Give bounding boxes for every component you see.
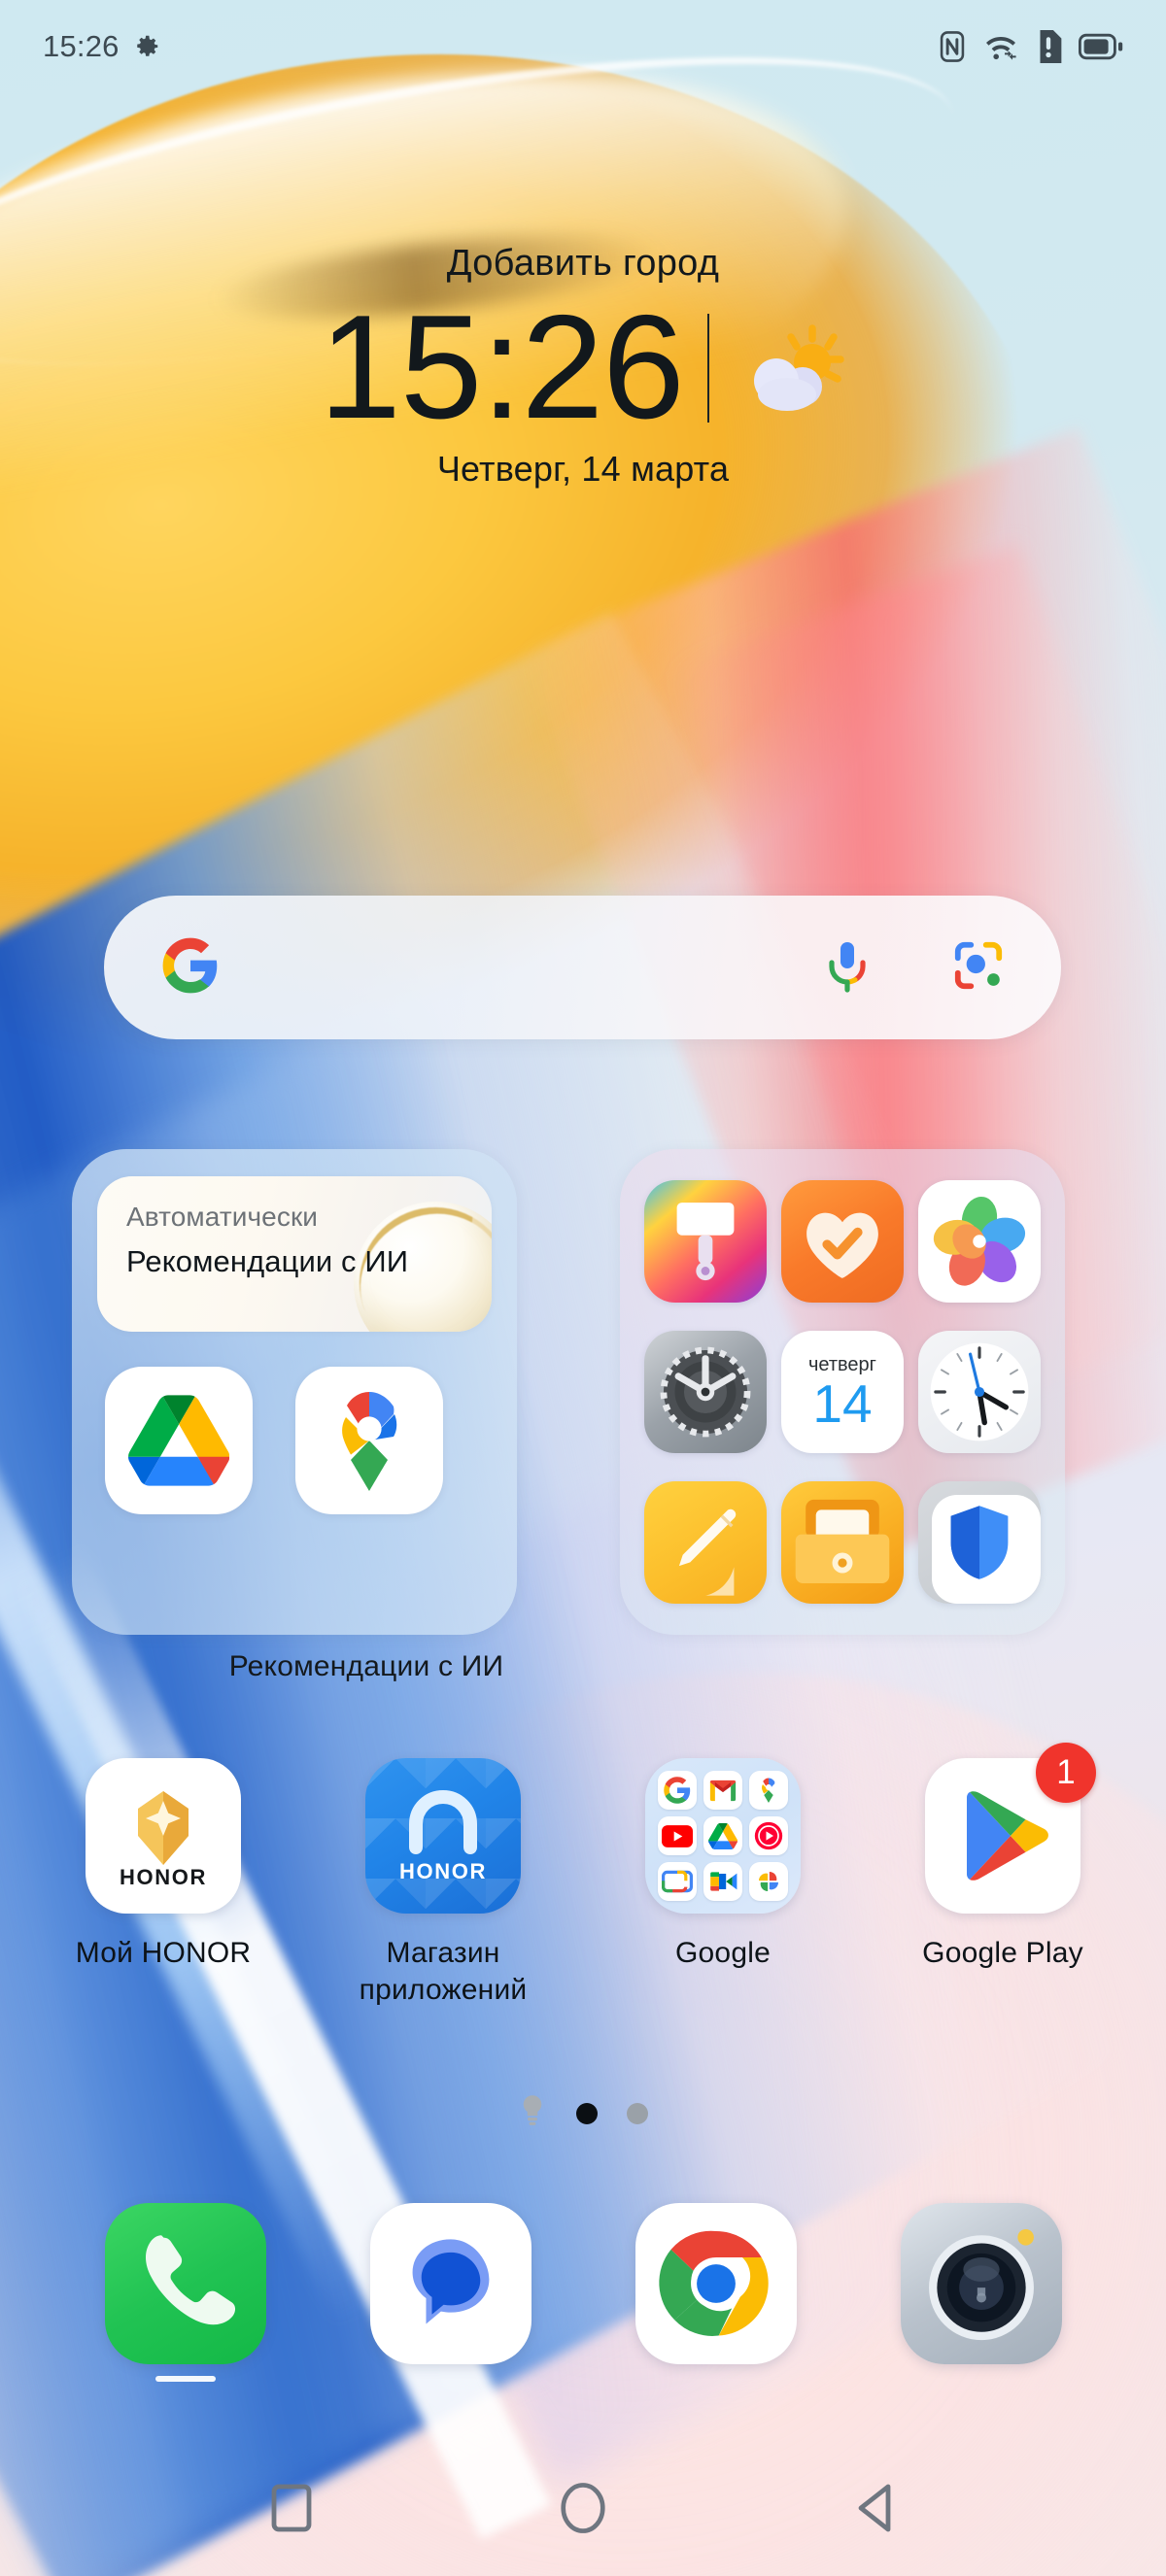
google-maps-icon[interactable] <box>295 1367 443 1514</box>
google-tv-icon <box>658 1862 697 1901</box>
settings-icon[interactable] <box>643 1330 767 1453</box>
google-play-badge: 1 <box>1036 1743 1096 1803</box>
app-row: HONOR Мой HONOR HONOR Магазин приложений <box>0 1743 1166 2010</box>
security-icon[interactable] <box>918 1480 1042 1604</box>
status-bar-clock: 15:26 <box>43 29 120 63</box>
google-play-icon[interactable]: 1 <box>925 1743 1096 1914</box>
google-photos-icon <box>749 1862 788 1901</box>
lightbulb-icon[interactable] <box>518 2094 547 2132</box>
app-label-google-play: Google Play <box>922 1937 1083 1969</box>
ai-recommendation-card[interactable]: Автоматически Рекомендации с ИИ <box>97 1176 492 1332</box>
app-item-app-market[interactable]: HONOR Магазин приложений <box>331 1758 555 2010</box>
health-icon[interactable] <box>780 1180 904 1304</box>
dock-item-camera[interactable] <box>896 2203 1066 2382</box>
battery-icon <box>1079 33 1123 60</box>
main-folder[interactable]: четверг 14 <box>620 1149 1065 1635</box>
main-folder-tile[interactable]: четверг 14 <box>620 1149 1065 1635</box>
dock-item-messages[interactable] <box>365 2203 535 2382</box>
ai-widget-label: Рекомендации с ИИ <box>228 1650 504 1682</box>
app-market-icon[interactable]: HONOR <box>365 1758 521 1914</box>
clock-widget[interactable]: Добавить город 15:26 Четверг, 14 марта <box>0 243 1166 490</box>
clock-icon[interactable] <box>918 1330 1042 1453</box>
gmail-icon <box>703 1771 742 1810</box>
files-icon[interactable] <box>780 1480 904 1604</box>
camera-icon[interactable] <box>900 2203 1062 2364</box>
google-g-icon <box>160 935 221 1000</box>
ai-card-subtitle: Автоматически <box>126 1202 319 1232</box>
nfc-icon <box>938 30 967 63</box>
calendar-day: 14 <box>812 1373 873 1435</box>
search-bar-actions <box>822 938 1005 998</box>
app-item-google-play[interactable]: 1 Google Play <box>891 1743 1115 2010</box>
my-honor-icon[interactable]: HONOR <box>86 1758 241 1914</box>
google-drive-icon[interactable] <box>105 1367 253 1514</box>
back-button[interactable] <box>831 2464 918 2552</box>
status-bar: 15:26 <box>0 0 1166 93</box>
gear-icon <box>132 32 161 61</box>
chrome-icon[interactable] <box>634 2203 797 2364</box>
clock-widget-main-row: 15:26 <box>0 281 1166 455</box>
microphone-icon[interactable] <box>822 938 873 998</box>
clock-widget-date: Четверг, 14 марта <box>436 449 730 490</box>
google-folder-icon[interactable] <box>645 1758 801 1914</box>
themes-icon[interactable] <box>643 1180 767 1304</box>
app-item-my-honor[interactable]: HONOR Мой HONOR <box>51 1758 275 2010</box>
notes-icon[interactable] <box>643 1480 767 1604</box>
partly-cloudy-icon[interactable] <box>746 322 847 414</box>
dock-item-phone[interactable] <box>100 2203 270 2382</box>
dock-item-chrome[interactable] <box>631 2203 801 2382</box>
youtube-music-icon <box>749 1816 788 1855</box>
wifi-icon <box>983 31 1018 62</box>
my-honor-brand-text: HONOR <box>120 1865 207 1889</box>
home-button[interactable] <box>539 2464 627 2552</box>
app-label-google-folder: Google <box>675 1937 771 1969</box>
app-item-google-folder[interactable]: Google <box>611 1758 835 2010</box>
google-maps-icon <box>749 1771 788 1810</box>
app-label-my-honor: Мой HONOR <box>75 1937 252 1969</box>
google-lens-icon[interactable] <box>952 939 1005 997</box>
recents-button[interactable] <box>248 2464 335 2552</box>
google-drive-icon <box>703 1816 742 1855</box>
page-indicator <box>0 2094 1166 2132</box>
clock-widget-city[interactable]: Добавить город <box>0 243 1166 285</box>
calendar-icon[interactable]: четверг 14 <box>780 1330 904 1453</box>
google-search-bar[interactable] <box>104 896 1061 1039</box>
sim-alert-icon <box>1035 30 1062 63</box>
gallery-icon[interactable] <box>918 1180 1042 1304</box>
clock-widget-divider <box>706 313 709 423</box>
dock <box>0 2203 1166 2382</box>
google-meet-icon <box>703 1862 742 1901</box>
app-label-app-market: Магазин приложений <box>359 1937 528 2007</box>
running-app-indicator <box>154 2376 216 2382</box>
app-market-brand-text: HONOR <box>399 1859 487 1883</box>
status-bar-left: 15:26 <box>43 29 161 64</box>
ai-recommendations-widget[interactable]: Автоматически Рекомендации с ИИ Рекоменд… <box>72 1149 517 1682</box>
youtube-icon <box>658 1816 697 1855</box>
ai-card-title: Рекомендации с ИИ <box>126 1244 409 1278</box>
ai-recommendations-tile[interactable]: Автоматически Рекомендации с ИИ <box>72 1149 517 1635</box>
phone-icon[interactable] <box>104 2203 266 2364</box>
status-bar-right <box>938 30 1123 63</box>
calendar-weekday: четверг <box>807 1354 876 1376</box>
google-search-icon <box>658 1771 697 1810</box>
clock-widget-time: 15:26 <box>319 285 684 450</box>
page-dot-inactive[interactable] <box>627 2102 648 2124</box>
ai-widget-app-list <box>97 1367 492 1514</box>
messages-icon[interactable] <box>369 2203 532 2364</box>
navigation-bar <box>0 2440 1166 2576</box>
page-dot-active[interactable] <box>576 2102 598 2124</box>
